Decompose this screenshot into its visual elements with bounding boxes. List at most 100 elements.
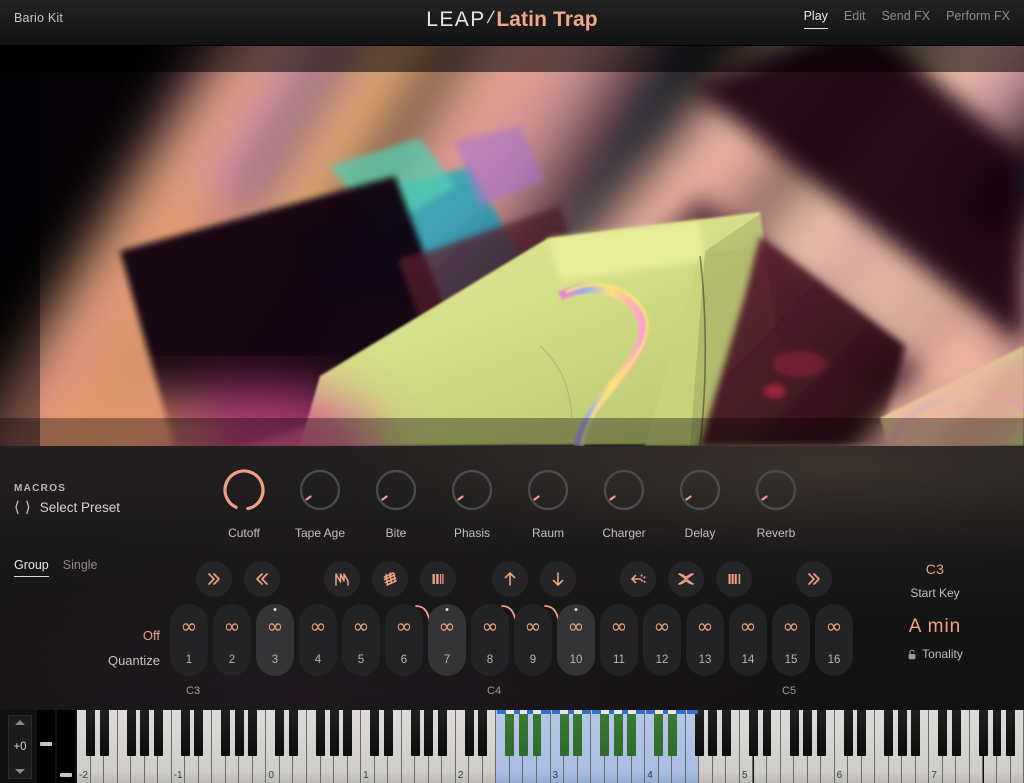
step-cell[interactable]: ∞ 6	[385, 604, 431, 676]
knob-dial-delay[interactable]	[676, 466, 724, 514]
step-cell[interactable]: ∞ 14	[729, 604, 767, 676]
black-key[interactable]	[884, 710, 894, 756]
black-key[interactable]	[992, 710, 1002, 756]
macro-knob-phasis[interactable]: Phasis	[434, 466, 510, 540]
tab-single[interactable]: Single	[63, 558, 98, 576]
knob-dial-phasis[interactable]	[448, 466, 496, 514]
start-key-value[interactable]: C3	[870, 561, 1000, 577]
velocity-button[interactable]	[420, 561, 456, 597]
black-key[interactable]	[221, 710, 231, 756]
step-cell[interactable]: ∞ 13	[686, 604, 724, 676]
pitch-wheel-thumb[interactable]	[40, 742, 52, 746]
black-key[interactable]	[816, 710, 826, 756]
step-cell[interactable]: ∞ 8	[471, 604, 517, 676]
macro-knob-delay[interactable]: Delay	[662, 466, 738, 540]
step-cell[interactable]: ∞ 4	[299, 604, 337, 676]
pitch-wheel[interactable]	[37, 710, 55, 783]
macro-knob-cutoff[interactable]: Cutoff	[206, 466, 282, 540]
knob-dial-charger[interactable]	[600, 466, 648, 514]
step-cell[interactable]: ∞ 10	[557, 604, 595, 676]
black-key[interactable]	[762, 710, 772, 756]
black-key[interactable]	[721, 710, 731, 756]
swing-button[interactable]	[668, 561, 704, 597]
octave-shift-control[interactable]: +0	[8, 715, 32, 779]
step-cell[interactable]: ∞ 5	[342, 604, 380, 676]
step-cell[interactable]: ∞ 16	[815, 604, 853, 676]
tab-play[interactable]: Play	[803, 9, 828, 29]
skip-back-button[interactable]	[244, 561, 280, 597]
preset-selector[interactable]: ⟨ ⟩ Select Preset	[14, 500, 120, 515]
black-key[interactable]	[938, 710, 948, 756]
black-key[interactable]	[316, 710, 325, 756]
black-key[interactable]	[234, 710, 244, 756]
black-key[interactable]	[519, 710, 528, 756]
tab-send-fx[interactable]: Send FX	[881, 9, 930, 28]
step-cell[interactable]: ∞ 12	[643, 604, 681, 676]
black-key[interactable]	[478, 710, 488, 756]
tonality-value[interactable]: A min	[870, 616, 1000, 638]
step-cell[interactable]: ∞ 9	[514, 604, 560, 676]
black-key[interactable]	[613, 710, 623, 756]
black-key[interactable]	[979, 710, 988, 756]
black-key[interactable]	[329, 710, 339, 756]
black-key[interactable]	[843, 710, 853, 756]
black-key[interactable]	[951, 710, 961, 756]
black-key[interactable]	[437, 710, 447, 756]
black-key[interactable]	[749, 710, 758, 756]
black-key[interactable]	[153, 710, 163, 756]
black-key[interactable]	[99, 710, 109, 756]
step-cell[interactable]: ∞ 7	[428, 604, 466, 676]
knob-dial-raum[interactable]	[524, 466, 572, 514]
black-key[interactable]	[180, 710, 190, 756]
knob-dial-tape-age[interactable]	[296, 466, 344, 514]
mod-wheel-thumb[interactable]	[60, 773, 72, 777]
strum-button[interactable]	[372, 561, 408, 597]
black-key[interactable]	[627, 710, 637, 756]
triangle-up-icon[interactable]	[15, 720, 25, 725]
black-key[interactable]	[911, 710, 921, 756]
knob-dial-reverb[interactable]	[752, 466, 800, 514]
macro-knob-charger[interactable]: Charger	[586, 466, 662, 540]
triangle-down-icon[interactable]	[15, 769, 25, 774]
black-key[interactable]	[559, 710, 569, 756]
macro-knob-raum[interactable]: Raum	[510, 466, 586, 540]
quantize-control[interactable]: Off Quantize	[60, 628, 160, 668]
black-key[interactable]	[897, 710, 907, 756]
macro-knob-reverb[interactable]: Reverb	[738, 466, 814, 540]
black-key[interactable]	[140, 710, 150, 756]
chevron-right-icon[interactable]: ⟩	[25, 500, 31, 515]
humanize-button[interactable]	[620, 561, 656, 597]
black-key[interactable]	[803, 710, 813, 756]
black-key[interactable]	[708, 710, 718, 756]
step-cell[interactable]: ∞ 3	[256, 604, 294, 676]
chevron-left-icon[interactable]: ⟨	[14, 500, 20, 515]
skip-forward-button[interactable]	[196, 561, 232, 597]
piano-keyboard[interactable]: -2 -1 0 1 2 3 4 5 6 7	[77, 710, 1024, 783]
black-key[interactable]	[789, 710, 799, 756]
black-key[interactable]	[383, 710, 393, 756]
black-key[interactable]	[532, 710, 542, 756]
black-key[interactable]	[289, 710, 298, 756]
next-pattern-button[interactable]	[796, 561, 832, 597]
black-key[interactable]	[694, 710, 704, 756]
step-cell[interactable]: ∞ 15	[772, 604, 810, 676]
transpose-up-button[interactable]	[492, 561, 528, 597]
quantize-value[interactable]: Off	[60, 628, 160, 643]
black-key[interactable]	[424, 710, 434, 756]
tab-perform-fx[interactable]: Perform FX	[946, 9, 1010, 28]
black-key[interactable]	[857, 710, 867, 756]
black-key[interactable]	[194, 710, 204, 756]
step-cell[interactable]: ∞ 2	[213, 604, 251, 676]
black-key[interactable]	[464, 710, 474, 756]
black-key[interactable]	[126, 710, 136, 756]
knob-dial-bite[interactable]	[372, 466, 420, 514]
black-key[interactable]	[410, 710, 420, 756]
black-key[interactable]	[248, 710, 258, 756]
transpose-down-button[interactable]	[540, 561, 576, 597]
tab-group[interactable]: Group	[14, 558, 49, 577]
black-key[interactable]	[343, 710, 353, 756]
pattern-button[interactable]	[716, 561, 752, 597]
black-key[interactable]	[573, 710, 583, 756]
tab-edit[interactable]: Edit	[844, 9, 866, 28]
macro-knob-bite[interactable]: Bite	[358, 466, 434, 540]
